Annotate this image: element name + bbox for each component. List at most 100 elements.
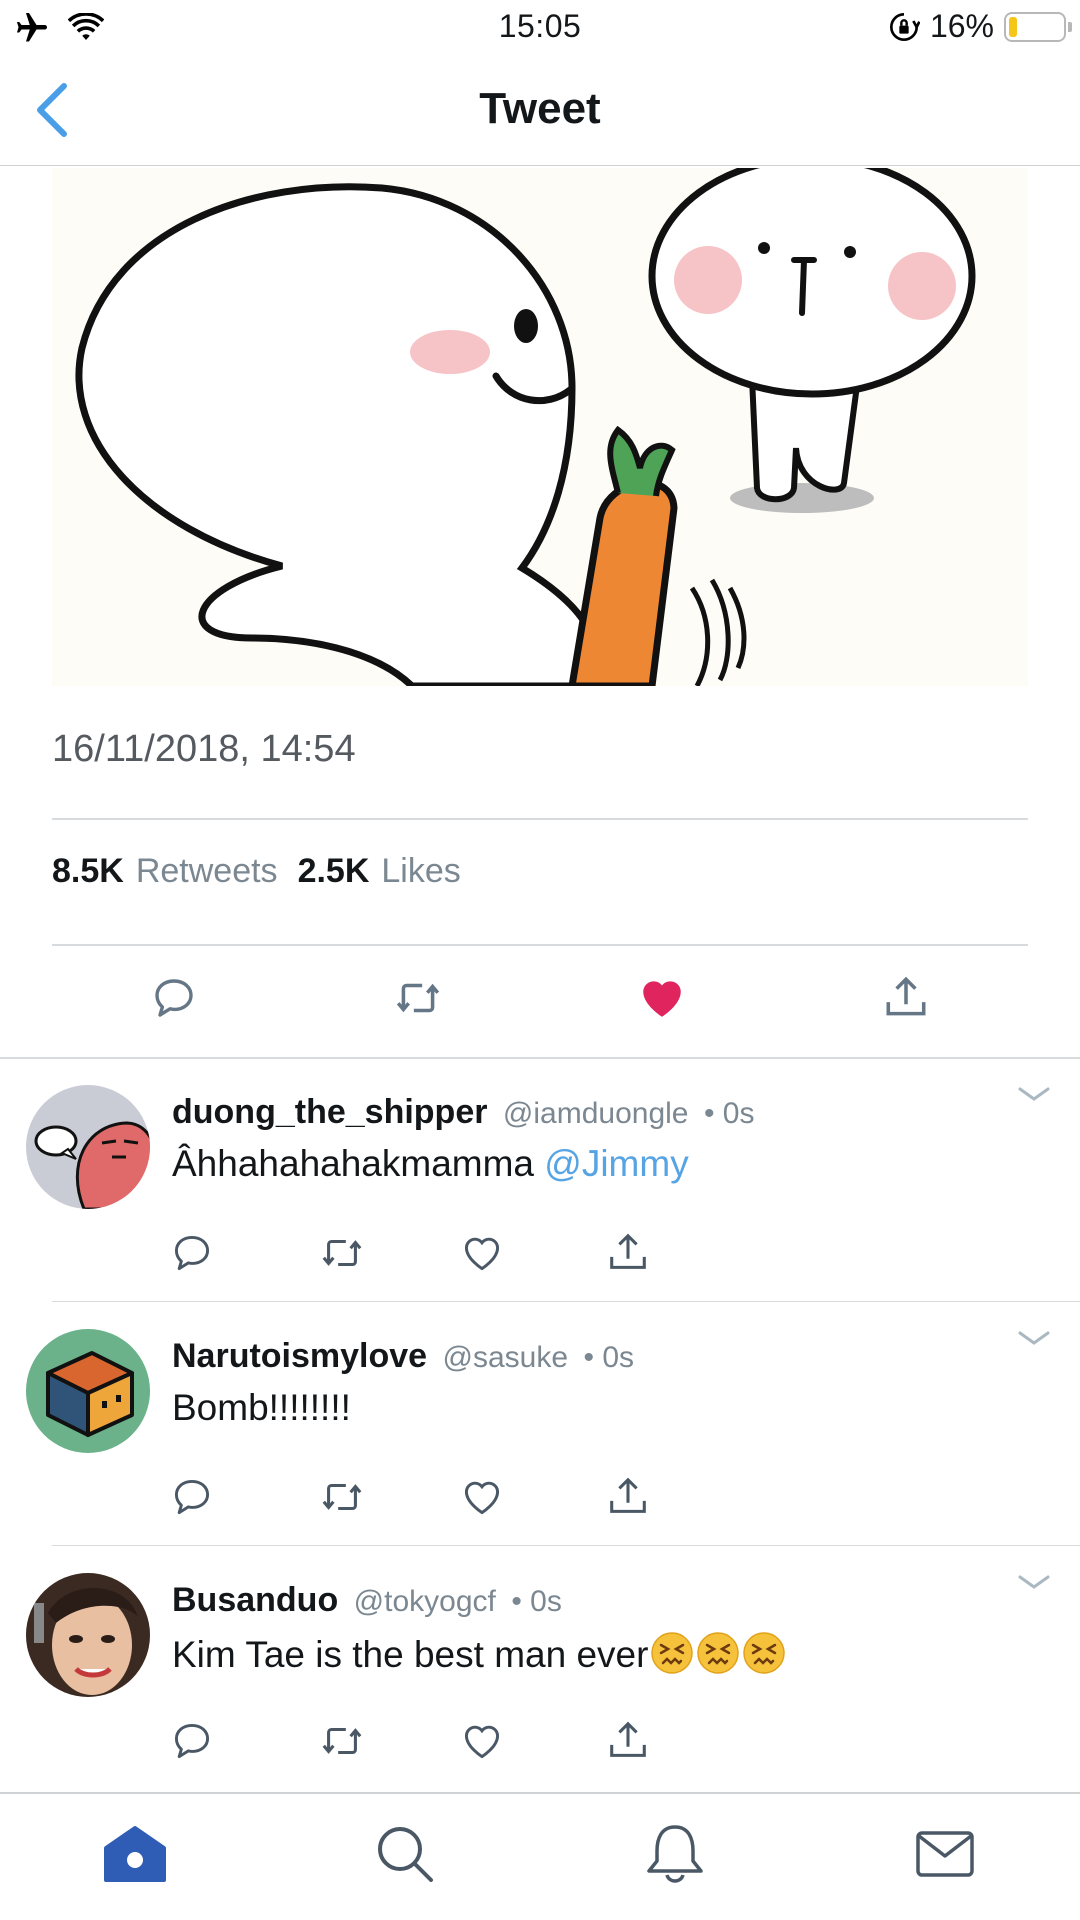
reply-text: Kim Tae is the best man ever [172, 1631, 786, 1676]
reply-author-name[interactable]: duong_the_shipper [172, 1093, 487, 1131]
reply-text-content: Âhhahahahakmamma [172, 1143, 534, 1184]
heart-icon [464, 1237, 500, 1271]
like-button[interactable] [456, 1715, 508, 1767]
tab-search[interactable] [365, 1814, 445, 1894]
heart-filled-icon [643, 981, 681, 1017]
share-button[interactable] [602, 1227, 654, 1279]
reply-header: Busanduo @tokyogcf • 0s [172, 1581, 562, 1620]
reply-author-handle: @sasuke [442, 1341, 569, 1374]
status-bar: 15:05 16% [0, 0, 1080, 54]
share-icon [610, 1233, 646, 1269]
reply-author-name[interactable]: Narutoismylove [172, 1337, 427, 1375]
confounded-face-emoji [743, 1632, 786, 1674]
divider [52, 1544, 1080, 1546]
retweet-button[interactable] [316, 1227, 368, 1279]
likes-label: Likes [381, 852, 461, 890]
battery-icon [1004, 11, 1072, 42]
retweet-icon [322, 1727, 362, 1755]
confounded-face-emoji [697, 1632, 740, 1674]
reply-item[interactable]: Busanduo @tokyogcf • 0s Kim Tae is the b… [0, 1547, 1080, 1790]
retweet-icon [396, 983, 440, 1013]
notifications-icon [647, 1825, 703, 1883]
retweet-icon [322, 1483, 362, 1511]
reply-icon [174, 1723, 210, 1759]
reply-header: Narutoismylove @sasuke • 0s [172, 1337, 634, 1376]
reply-action-bar [166, 1715, 766, 1771]
like-button[interactable] [456, 1227, 508, 1279]
reply-action-bar [166, 1471, 766, 1527]
heart-icon [464, 1725, 500, 1759]
divider [52, 818, 1028, 820]
avatar[interactable] [26, 1573, 150, 1697]
reply-text-content: Bomb!!!!!!!! [172, 1387, 351, 1428]
reply-button[interactable] [166, 1227, 218, 1279]
reply-author-handle: @tokyogcf [353, 1585, 496, 1618]
reply-menu-button[interactable] [1014, 1079, 1054, 1109]
messages-icon [916, 1831, 974, 1877]
reply-text: Âhhahahahakmamma @Jimmy [172, 1143, 689, 1185]
mention-link[interactable]: @Jimmy [544, 1143, 688, 1184]
tweet-stats: 8.5K Retweets 2.5K Likes [52, 852, 461, 891]
reply-author-handle: @iamduongle [502, 1097, 689, 1130]
heart-icon [464, 1481, 500, 1515]
reply-menu-button[interactable] [1014, 1323, 1054, 1353]
reply-icon [174, 1479, 210, 1515]
reply-text: Bomb!!!!!!!! [172, 1387, 351, 1429]
nav-bar: Tweet [0, 54, 1080, 166]
reply-header: duong_the_shipper @iamduongle • 0s [172, 1093, 754, 1132]
tweet-action-bar [52, 968, 1028, 1038]
tweet-timestamp: 16/11/2018, 14:54 [52, 728, 356, 770]
reply-button[interactable] [166, 1715, 218, 1767]
share-button[interactable] [602, 1471, 654, 1523]
tab-notifications[interactable] [635, 1814, 715, 1894]
chevron-down-icon [1018, 1331, 1050, 1345]
battery-level [1009, 16, 1017, 37]
reply-text-content: Kim Tae is the best man ever [172, 1634, 649, 1675]
tab-bar [0, 1792, 1080, 1920]
reply-item[interactable]: duong_the_shipper @iamduongle • 0s Âhhah… [0, 1059, 1080, 1302]
like-button[interactable] [456, 1471, 508, 1523]
reply-menu-button[interactable] [1014, 1567, 1054, 1597]
tab-messages[interactable] [905, 1814, 985, 1894]
retweet-button[interactable] [316, 1715, 368, 1767]
retweets-stat[interactable]: 8.5K Retweets [52, 852, 278, 891]
divider [52, 1300, 1080, 1302]
likes-stat[interactable]: 2.5K Likes [298, 852, 461, 891]
reply-time: • 0s [583, 1341, 635, 1374]
page-title: Tweet [479, 84, 601, 133]
orientation-lock-icon [889, 12, 920, 41]
divider [52, 944, 1028, 946]
search-icon [378, 1827, 433, 1882]
tab-home[interactable] [95, 1814, 175, 1894]
status-right: 16% [888, 8, 1072, 45]
likes-count: 2.5K [297, 852, 370, 890]
reply-time: • 0s [511, 1585, 562, 1618]
share-icon [610, 1721, 646, 1757]
retweets-count: 8.5K [52, 852, 124, 890]
share-button[interactable] [602, 1715, 654, 1767]
chevron-down-icon [1018, 1087, 1050, 1101]
avatar[interactable] [26, 1085, 150, 1209]
reply-button[interactable] [166, 1471, 218, 1523]
reply-icon [155, 979, 193, 1017]
confounded-face-emoji [651, 1632, 694, 1674]
tweet-media-image[interactable] [52, 168, 1028, 686]
share-icon [610, 1477, 646, 1513]
retweet-button[interactable] [316, 1471, 368, 1523]
share-icon [886, 976, 926, 1016]
share-button[interactable] [876, 968, 936, 1028]
reply-button[interactable] [144, 968, 204, 1028]
like-button[interactable] [632, 968, 692, 1028]
illustration [52, 168, 1028, 686]
retweet-icon [322, 1239, 362, 1267]
reply-item[interactable]: Narutoismylove @sasuke • 0s Bomb!!!!!!!! [0, 1303, 1080, 1546]
retweet-button[interactable] [388, 968, 448, 1028]
reply-icon [174, 1235, 210, 1271]
chevron-down-icon [1018, 1575, 1050, 1589]
retweets-label: Retweets [135, 852, 278, 890]
home-icon [104, 1826, 166, 1882]
reply-action-bar [166, 1227, 766, 1283]
reply-time: • 0s [703, 1097, 755, 1130]
reply-author-name[interactable]: Busanduo [172, 1581, 338, 1619]
avatar[interactable] [26, 1329, 150, 1453]
